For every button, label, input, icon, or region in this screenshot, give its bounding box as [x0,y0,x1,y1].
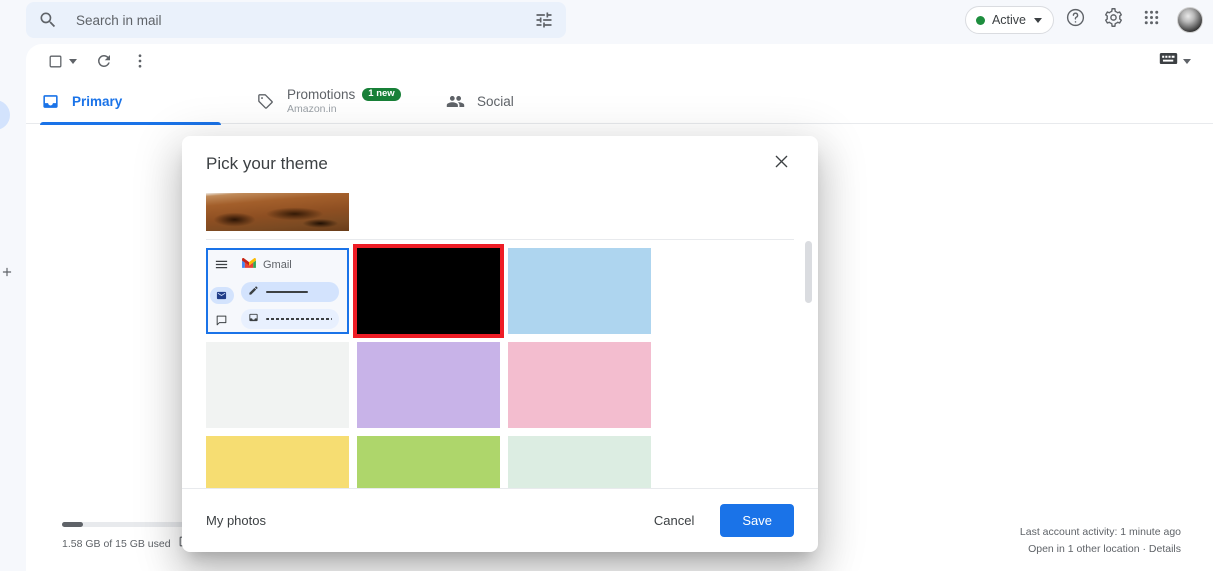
save-button[interactable]: Save [720,504,794,537]
theme-item-white[interactable] [206,342,349,428]
chat-icon [215,314,228,332]
section-divider [206,239,794,240]
theme-swatch-lavender-theme[interactable] [357,342,500,428]
theme-scroll-area[interactable]: Gmail [182,193,818,488]
inbox-pill [241,309,339,329]
dialog-body: Gmail [182,192,818,488]
theme-item-yellow[interactable] [206,436,349,488]
close-button[interactable] [768,151,794,177]
my-photos-button[interactable]: My photos [206,513,266,528]
gmail-preview: Gmail [208,250,347,332]
dialog-scrollbar-thumb[interactable] [805,241,812,303]
theme-swatch-white-theme[interactable] [206,342,349,428]
close-icon [772,152,791,176]
theme-item-mint[interactable] [508,436,651,488]
theme-item-default[interactable]: Gmail [206,248,349,334]
placeholder-line [266,291,308,293]
placeholder-line [266,318,332,320]
cancel-button[interactable]: Cancel [644,505,704,536]
theme-grid: Gmail [206,244,794,488]
theme-item-dark[interactable] [353,244,504,338]
theme-swatch-yellow-theme[interactable] [206,436,349,488]
theme-swatch-light-blue-theme[interactable] [508,248,651,334]
pencil-icon [248,283,259,301]
dialog-header: Pick your theme [182,136,818,192]
gmail-wordmark: Gmail [263,259,292,271]
dialog-footer: My photos Cancel Save [182,488,818,552]
dialog-actions: Cancel Save [644,504,794,537]
theme-item-green[interactable] [357,436,500,488]
dialog-scrollbar[interactable] [805,197,812,441]
theme-item-light-blue[interactable] [508,248,651,334]
gmail-logo-icon [241,256,257,274]
gmail-app: Search in mail Active Primary Promotions… [0,0,1213,571]
theme-item-lavender[interactable] [357,342,500,428]
hamburger-menu-icon [214,257,229,277]
gmail-preview-main: Gmail [235,250,347,332]
dialog-title: Pick your theme [206,154,328,173]
theme-swatch-mint-theme[interactable] [508,436,651,488]
theme-swatch-default-gmail-theme[interactable]: Gmail [206,248,349,334]
theme-swatch-green-theme[interactable] [357,436,500,488]
compose-pill [241,282,339,302]
clipped-theme-row [206,193,794,231]
inbox-icon [209,287,234,304]
gmail-preview-rail [208,250,235,332]
inbox-icon [248,310,259,328]
theme-swatch-dark-theme[interactable] [353,244,504,338]
theme-swatch-mars-terrain-photo-theme[interactable] [206,193,349,231]
pick-theme-dialog: Pick your theme Gmail My photos Cancel S… [182,136,818,552]
theme-swatch-pink-theme[interactable] [508,342,651,428]
theme-item-pink[interactable] [508,342,651,428]
